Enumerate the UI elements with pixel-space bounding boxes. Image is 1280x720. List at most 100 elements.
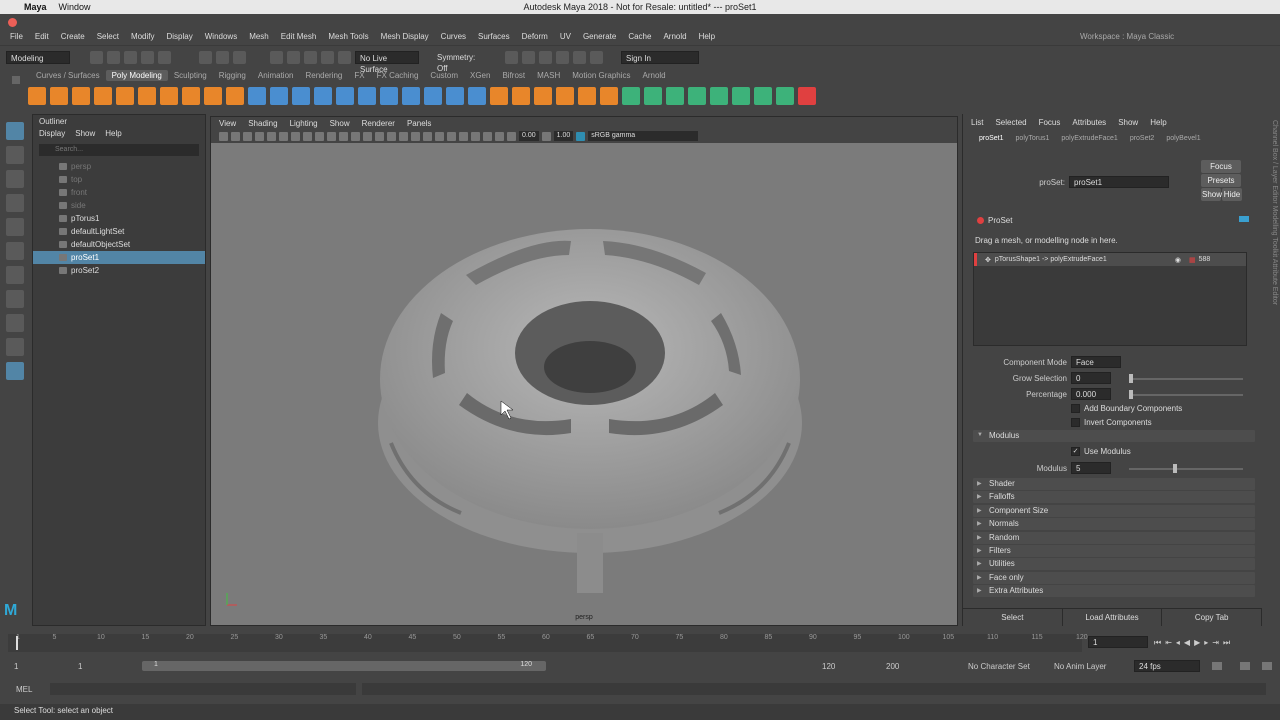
attr-menu-attributes[interactable]: Attributes [1072, 118, 1106, 127]
proset-name-field[interactable]: proSet1 [1069, 176, 1169, 188]
shelf-tool-icon[interactable] [798, 87, 816, 105]
shelf-tab-fx-caching[interactable]: FX Caching [371, 70, 425, 81]
menu-file[interactable]: File [4, 32, 29, 41]
render-settings-icon[interactable] [556, 50, 569, 64]
mel-input[interactable] [50, 683, 357, 695]
xray-active-icon[interactable] [495, 131, 504, 141]
shelf-tab-motion-graphics[interactable]: Motion Graphics [566, 70, 636, 81]
shelf-tool-icon[interactable] [116, 87, 134, 105]
menu-mesh-display[interactable]: Mesh Display [375, 32, 435, 41]
lights-icon[interactable] [399, 131, 408, 141]
gamma-icon[interactable] [541, 131, 551, 141]
shelf-tab-fx[interactable]: FX [348, 70, 370, 81]
load-attributes-button[interactable]: Load Attributes [1063, 609, 1163, 626]
go-end-icon[interactable]: ⏭ [1223, 638, 1230, 648]
shelf-tool-icon[interactable] [644, 87, 662, 105]
xray-icon[interactable] [471, 131, 480, 141]
range-bar[interactable]: 1 120 [142, 661, 546, 671]
shadows-icon[interactable] [411, 131, 420, 141]
section-normals[interactable]: Normals [973, 518, 1255, 531]
attr-tab-polytorus1[interactable]: polyTorus1 [1010, 133, 1056, 144]
shelf-tool-icon[interactable] [732, 87, 750, 105]
outliner-item[interactable]: side [33, 199, 205, 212]
window-menu[interactable]: Window [59, 2, 91, 12]
show-button[interactable]: Show [1201, 188, 1222, 201]
shelf-tab-sculpting[interactable]: Sculpting [168, 70, 213, 81]
attr-tab-polybevel1[interactable]: polyBevel1 [1160, 133, 1206, 144]
step-back-key-icon[interactable]: ⇤ [1165, 638, 1172, 648]
outliner-item[interactable]: defaultLightSet [33, 225, 205, 238]
redo-icon[interactable] [158, 50, 171, 64]
menu-help[interactable]: Help [693, 32, 721, 41]
shelf-tool-icon[interactable] [226, 87, 244, 105]
menu-mesh-tools[interactable]: Mesh Tools [322, 32, 374, 41]
symmetry-dropdown[interactable]: Symmetry: Off [433, 51, 491, 73]
play-forward-icon[interactable]: ▶ [1194, 638, 1200, 648]
film-gate-icon[interactable] [279, 131, 288, 141]
menu-windows[interactable]: Windows [199, 32, 243, 41]
shelf-tab-poly-modeling[interactable]: Poly Modeling [105, 70, 168, 81]
shelf-tool-icon[interactable] [28, 87, 46, 105]
snap-surface-icon[interactable] [338, 50, 351, 64]
shelf-tool-icon[interactable] [578, 87, 596, 105]
rotate-tool-icon[interactable] [6, 218, 24, 236]
save-scene-icon[interactable] [124, 50, 137, 64]
shelf-tool-icon[interactable] [446, 87, 464, 105]
menu-create[interactable]: Create [55, 32, 91, 41]
shelf-tool-icon[interactable] [512, 87, 530, 105]
menu-modify[interactable]: Modify [125, 32, 161, 41]
shelf-tab-bifrost[interactable]: Bifrost [496, 70, 531, 81]
viewport-menu-shading[interactable]: Shading [248, 119, 277, 128]
attr-menu-focus[interactable]: Focus [1039, 118, 1061, 127]
shelf-tool-icon[interactable] [314, 87, 332, 105]
select-tool-icon[interactable] [6, 122, 24, 140]
key-icon[interactable] [1240, 662, 1250, 670]
shelf-tool-icon[interactable] [50, 87, 68, 105]
close-button[interactable] [8, 18, 17, 27]
start-time[interactable]: 1 [14, 662, 18, 671]
menu-uv[interactable]: UV [554, 32, 577, 41]
outliner-item[interactable]: pTorus1 [33, 212, 205, 225]
safe-action-icon[interactable] [327, 131, 336, 141]
shelf-tool-icon[interactable] [754, 87, 772, 105]
proset-entry[interactable]: ✥ pTorusShape1 -> polyExtrudeFace1 ◉ ▦ 5… [974, 253, 1246, 266]
mel-label[interactable]: MEL [16, 685, 32, 694]
paint-select-icon[interactable] [6, 170, 24, 188]
new-scene-icon[interactable] [90, 50, 103, 64]
outliner-item[interactable]: front [33, 186, 205, 199]
select-hierarchy-icon[interactable] [199, 50, 212, 64]
image-plane-icon[interactable] [255, 131, 264, 141]
side-tabs[interactable]: Channel Box / Layer Editor Modelling Too… [1266, 120, 1278, 380]
outliner-layout-icon[interactable] [6, 362, 24, 380]
current-time-marker[interactable] [16, 636, 18, 650]
shelf-tool-icon[interactable] [336, 87, 354, 105]
viewport-menu-panels[interactable]: Panels [407, 119, 431, 128]
snap-grid-icon[interactable] [270, 50, 283, 64]
percentage-slider[interactable] [1129, 390, 1243, 399]
section-falloffs[interactable]: Falloffs [973, 491, 1255, 504]
history-icon[interactable] [505, 50, 518, 64]
four-view-icon[interactable] [6, 314, 24, 332]
shelf-tool-icon[interactable] [600, 87, 618, 105]
default-material-icon[interactable] [375, 131, 384, 141]
torus-model[interactable] [211, 143, 959, 625]
viewport-menu-lighting[interactable]: Lighting [290, 119, 318, 128]
shelf-tool-icon[interactable] [666, 87, 684, 105]
aa-icon[interactable] [435, 131, 444, 141]
shelf-tab-rigging[interactable]: Rigging [213, 70, 252, 81]
toggle-icon[interactable] [1239, 216, 1249, 222]
bookmark-icon[interactable] [243, 131, 252, 141]
menu-arnold[interactable]: Arnold [657, 32, 692, 41]
menu-curves[interactable]: Curves [435, 32, 472, 41]
attr-tab-proset1[interactable]: proSet1 [973, 133, 1010, 144]
sign-in-button[interactable]: Sign In [621, 50, 699, 64]
section-component-size[interactable]: Component Size [973, 504, 1255, 517]
shelf-tool-icon[interactable] [402, 87, 420, 105]
shelf-tool-icon[interactable] [358, 87, 376, 105]
select-button[interactable]: Select [963, 609, 1063, 626]
section-filters[interactable]: Filters [973, 545, 1255, 557]
grid-icon[interactable] [267, 131, 276, 141]
shelf-tool-icon[interactable] [204, 87, 222, 105]
viewport-panel[interactable]: View Shading Lighting Show Renderer Panels 0.… [210, 116, 958, 626]
outliner-item[interactable]: defaultObjectSet [33, 238, 205, 251]
